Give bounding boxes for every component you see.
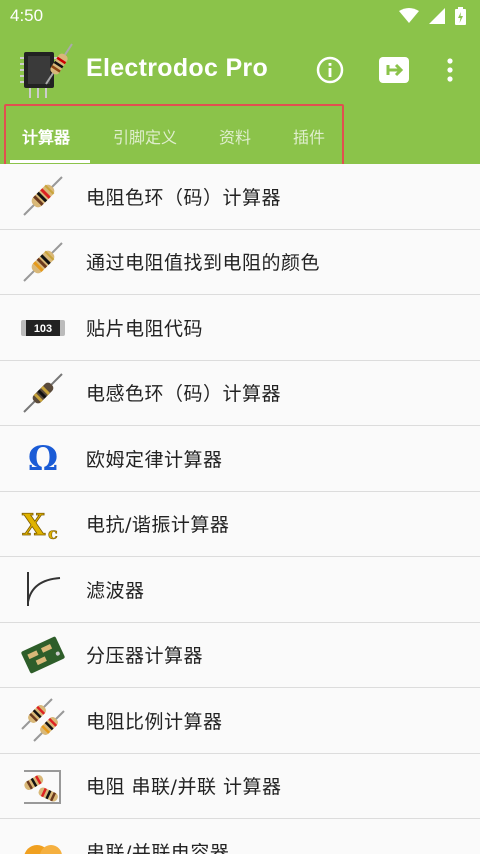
list-item[interactable]: 串联/并联电容器 (0, 819, 480, 854)
exit-icon (379, 57, 409, 83)
list-item-label: 贴片电阻代码 (86, 317, 204, 340)
tab-calculator[interactable]: 计算器 (0, 108, 92, 164)
app-logo-icon (20, 43, 73, 98)
xc-sub-text: c (48, 524, 58, 543)
app-bar: Electrodoc Pro (0, 32, 480, 108)
resistor-icon (20, 173, 66, 219)
smd-resistor-icon: 103 (20, 304, 66, 350)
info-icon (316, 56, 344, 84)
resistor-network-icon (20, 763, 66, 809)
list-item[interactable]: 103 贴片电阻代码 (0, 295, 480, 361)
inductor-icon (20, 370, 66, 416)
tab-pinouts[interactable]: 引脚定义 (92, 108, 198, 164)
info-button[interactable] (312, 52, 348, 88)
filter-curve-icon (20, 566, 66, 612)
xc-main-text: X (22, 508, 46, 543)
wifi-icon (399, 8, 419, 23)
pcb-icon (20, 632, 66, 678)
smd-code-text: 103 (34, 323, 52, 335)
status-bar: 4:50 (0, 0, 480, 32)
list-item[interactable]: 电阻 串联/并联 计算器 (0, 754, 480, 819)
more-vert-icon (447, 58, 453, 82)
list-item-label: 串联/并联电容器 (86, 841, 230, 854)
list-item[interactable]: 滤波器 (0, 557, 480, 623)
list-item-label: 电抗/谐振计算器 (86, 514, 230, 537)
omega-text: Ω (28, 439, 58, 479)
battery-icon (455, 7, 466, 25)
list-item[interactable]: Ω 欧姆定律计算器 (0, 426, 480, 492)
status-time: 4:50 (10, 6, 44, 25)
list-item-label: 欧姆定律计算器 (86, 448, 223, 471)
tab-plugins[interactable]: 插件 (272, 108, 346, 164)
list-item-label: 分压器计算器 (86, 645, 204, 668)
tab-indicator (10, 160, 90, 163)
list-item[interactable]: 分压器计算器 (0, 623, 480, 688)
resistor-pair-icon (20, 697, 66, 743)
resistor-icon (20, 239, 66, 285)
exit-button[interactable] (376, 52, 412, 88)
list-item[interactable]: 电感色环（码）计算器 (0, 361, 480, 426)
list-item-label: 电阻 串联/并联 计算器 (86, 776, 282, 799)
signal-icon (429, 8, 445, 24)
list-item-label: 电感色环（码）计算器 (86, 383, 282, 406)
list-item[interactable]: 电阻色环（码）计算器 (0, 164, 480, 230)
list-item-label: 电阻比例计算器 (86, 710, 223, 733)
list-item-label: 滤波器 (86, 579, 145, 602)
app-title: Electrodoc Pro (86, 54, 269, 82)
list-item-label: 电阻色环（码）计算器 (86, 186, 282, 209)
list-item[interactable]: 电阻比例计算器 (0, 688, 480, 754)
tab-resources[interactable]: 资料 (198, 108, 272, 164)
list-item-label: 通过电阻值找到电阻的颜色 (86, 252, 321, 275)
status-icons (399, 7, 466, 25)
capacitor-icon (20, 828, 66, 854)
list-item[interactable]: Xc 电抗/谐振计算器 (0, 492, 480, 557)
list-item[interactable]: 通过电阻值找到电阻的颜色 (0, 230, 480, 295)
omega-icon: Ω (20, 435, 66, 481)
tab-bar: 计算器 引脚定义 资料 插件 (0, 108, 480, 164)
xc-icon: Xc (20, 501, 66, 547)
more-options-button[interactable] (432, 52, 468, 88)
calculator-list: 电阻色环（码）计算器 通过电阻值找到电阻的颜色 103 贴片电阻代码 电感色环（… (0, 164, 480, 854)
